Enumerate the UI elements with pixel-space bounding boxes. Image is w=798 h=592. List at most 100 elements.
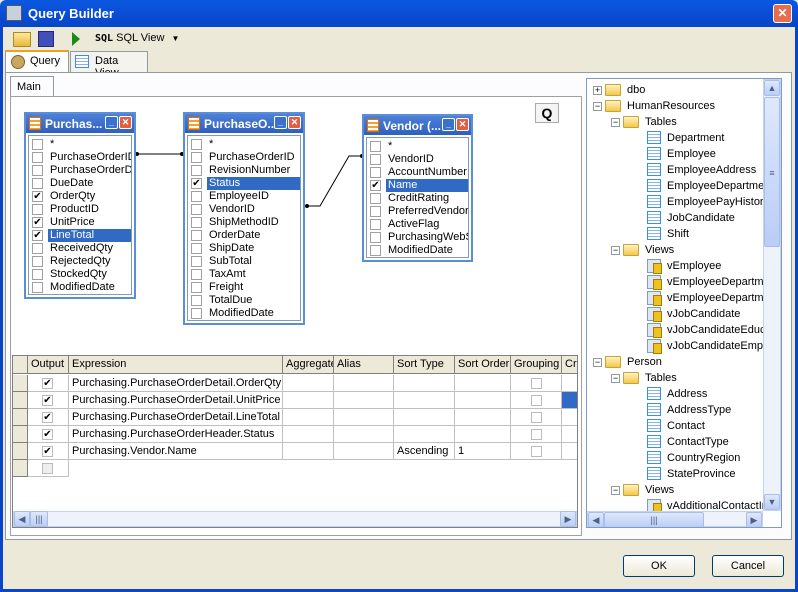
criteria-cell[interactable]: [562, 392, 577, 409]
output-cell[interactable]: [28, 460, 69, 477]
field-checkbox[interactable]: [32, 152, 43, 163]
grid-column-header[interactable]: Alias: [334, 356, 394, 374]
field-row[interactable]: PurchaseOrderID: [29, 151, 131, 164]
tree-node-table[interactable]: Shift: [587, 226, 765, 242]
field-checkbox[interactable]: ✔: [32, 191, 43, 202]
collapse-icon[interactable]: −: [611, 486, 620, 495]
field-list[interactable]: * PurchaseOrderID PurchaseOrderDe DueDate ✔ O…: [28, 135, 132, 295]
field-checkbox[interactable]: [191, 243, 202, 254]
output-cell[interactable]: ✔: [28, 375, 69, 392]
alias-cell[interactable]: [334, 375, 394, 392]
grid-column-header[interactable]: Cri: [562, 356, 577, 374]
minimize-icon[interactable]: _: [442, 118, 455, 131]
field-row[interactable]: PurchaseOrderDe: [29, 164, 131, 177]
criteria-cell[interactable]: [562, 426, 577, 443]
table-box[interactable]: Vendor (... _ ✕ * VendorID AccountNumber ✔ Name…: [362, 114, 473, 262]
table-title-bar[interactable]: Vendor (... _ ✕: [364, 116, 471, 135]
scroll-left-button[interactable]: ◀: [588, 512, 604, 527]
field-checkbox[interactable]: [32, 139, 43, 150]
grid-column-header[interactable]: Sort Type: [394, 356, 455, 374]
sort-type-cell[interactable]: Ascending: [394, 443, 455, 460]
row-header[interactable]: [13, 409, 28, 426]
field-checkbox[interactable]: [32, 269, 43, 280]
open-folder-icon[interactable]: [13, 32, 31, 47]
grouping-cell[interactable]: [511, 443, 562, 460]
field-checkbox[interactable]: [191, 282, 202, 293]
criteria-cell[interactable]: [562, 443, 577, 460]
tree-node-table[interactable]: EmployeeDepartmen: [587, 178, 770, 194]
field-checkbox[interactable]: [32, 256, 43, 267]
field-checkbox[interactable]: ✔: [32, 217, 43, 228]
field-row[interactable]: *: [29, 138, 131, 151]
field-row[interactable]: TaxAmt: [188, 268, 300, 281]
alias-cell[interactable]: [334, 392, 394, 409]
grouping-cell[interactable]: [511, 375, 562, 392]
alias-cell[interactable]: [334, 426, 394, 443]
grouping-cell[interactable]: [511, 426, 562, 443]
tree-node-table[interactable]: Contact: [587, 418, 765, 434]
cancel-button[interactable]: Cancel: [712, 555, 784, 577]
aggregate-cell[interactable]: [283, 426, 334, 443]
field-row[interactable]: DueDate: [29, 177, 131, 190]
save-icon[interactable]: [38, 31, 54, 47]
expression-cell[interactable]: Purchasing.Vendor.Name: [69, 443, 283, 460]
tree-node-table[interactable]: AddressType: [587, 402, 765, 418]
tree-node-folder[interactable]: − HumanResources: [587, 98, 765, 114]
sort-order-cell[interactable]: [455, 409, 511, 426]
zoom-button[interactable]: Q: [535, 103, 559, 123]
field-row[interactable]: ✔ Name: [367, 179, 468, 192]
tree-node-folder[interactable]: − Person: [587, 354, 765, 370]
field-row[interactable]: EmployeeID: [188, 190, 300, 203]
alias-cell[interactable]: [334, 409, 394, 426]
field-row[interactable]: ✔ LineTotal: [29, 229, 131, 242]
field-row[interactable]: ShipDate: [188, 242, 300, 255]
tree-node-folder[interactable]: + dbo: [587, 82, 765, 98]
field-row[interactable]: OrderDate: [188, 229, 300, 242]
grouping-checkbox[interactable]: [531, 412, 542, 423]
scroll-thumb[interactable]: ≡: [764, 97, 780, 247]
scroll-up-button[interactable]: ▲: [764, 80, 780, 96]
scroll-down-button[interactable]: ▼: [764, 494, 780, 510]
horizontal-scrollbar[interactable]: ◀ ||| ▶: [13, 511, 577, 527]
scroll-thumb[interactable]: |||: [604, 512, 704, 527]
tree-node-table[interactable]: Address: [587, 386, 765, 402]
field-row[interactable]: CreditRating: [367, 192, 468, 205]
diagram-canvas[interactable]: Q Purchas... _ ✕ * PurchaseOrderID PurchaseOr…: [13, 98, 579, 350]
output-checkbox[interactable]: ✔: [42, 378, 53, 389]
table-title-bar[interactable]: PurchaseO... _ ✕: [185, 114, 303, 133]
vertical-scrollbar[interactable]: ▲ ≡ ▼: [763, 79, 781, 511]
field-checkbox[interactable]: ✔: [32, 230, 43, 241]
field-row[interactable]: AccountNumber: [367, 166, 468, 179]
grid-column-header[interactable]: Grouping: [511, 356, 562, 374]
row-header[interactable]: [13, 375, 28, 392]
close-icon[interactable]: ✕: [456, 118, 469, 131]
criteria-grid[interactable]: Output Expression Aggregate Alias Sort Type S…: [12, 355, 578, 528]
field-checkbox[interactable]: [191, 269, 202, 280]
field-checkbox[interactable]: [32, 178, 43, 189]
output-checkbox[interactable]: [42, 463, 53, 474]
run-icon[interactable]: [72, 32, 80, 46]
field-row[interactable]: VendorID: [188, 203, 300, 216]
field-checkbox[interactable]: [191, 191, 202, 202]
criteria-cell[interactable]: [562, 375, 577, 392]
expand-icon[interactable]: +: [593, 86, 602, 95]
tab-data-view[interactable]: Data View: [70, 51, 148, 79]
expression-cell[interactable]: Purchasing.PurchaseOrderDetail.UnitPrice: [69, 392, 283, 409]
field-row[interactable]: ProductID: [29, 203, 131, 216]
relation-line-header-vendor[interactable]: [305, 154, 364, 208]
aggregate-cell[interactable]: [283, 443, 334, 460]
field-checkbox[interactable]: [191, 204, 202, 215]
field-checkbox[interactable]: [370, 232, 381, 243]
tree-node-table[interactable]: ContactType: [587, 434, 765, 450]
aggregate-cell[interactable]: [283, 392, 334, 409]
scroll-right-button[interactable]: ▶: [746, 512, 762, 527]
tree-node-folder[interactable]: − Tables: [587, 114, 765, 130]
aggregate-cell[interactable]: [283, 409, 334, 426]
scroll-thumb[interactable]: |||: [30, 511, 48, 527]
field-row[interactable]: ✔ OrderQty: [29, 190, 131, 203]
field-checkbox[interactable]: [32, 243, 43, 254]
tree-node-table[interactable]: EmployeeAddress: [587, 162, 765, 178]
sort-order-cell[interactable]: 1: [455, 443, 511, 460]
field-row[interactable]: Freight: [188, 281, 300, 294]
field-row[interactable]: ActiveFlag: [367, 218, 468, 231]
